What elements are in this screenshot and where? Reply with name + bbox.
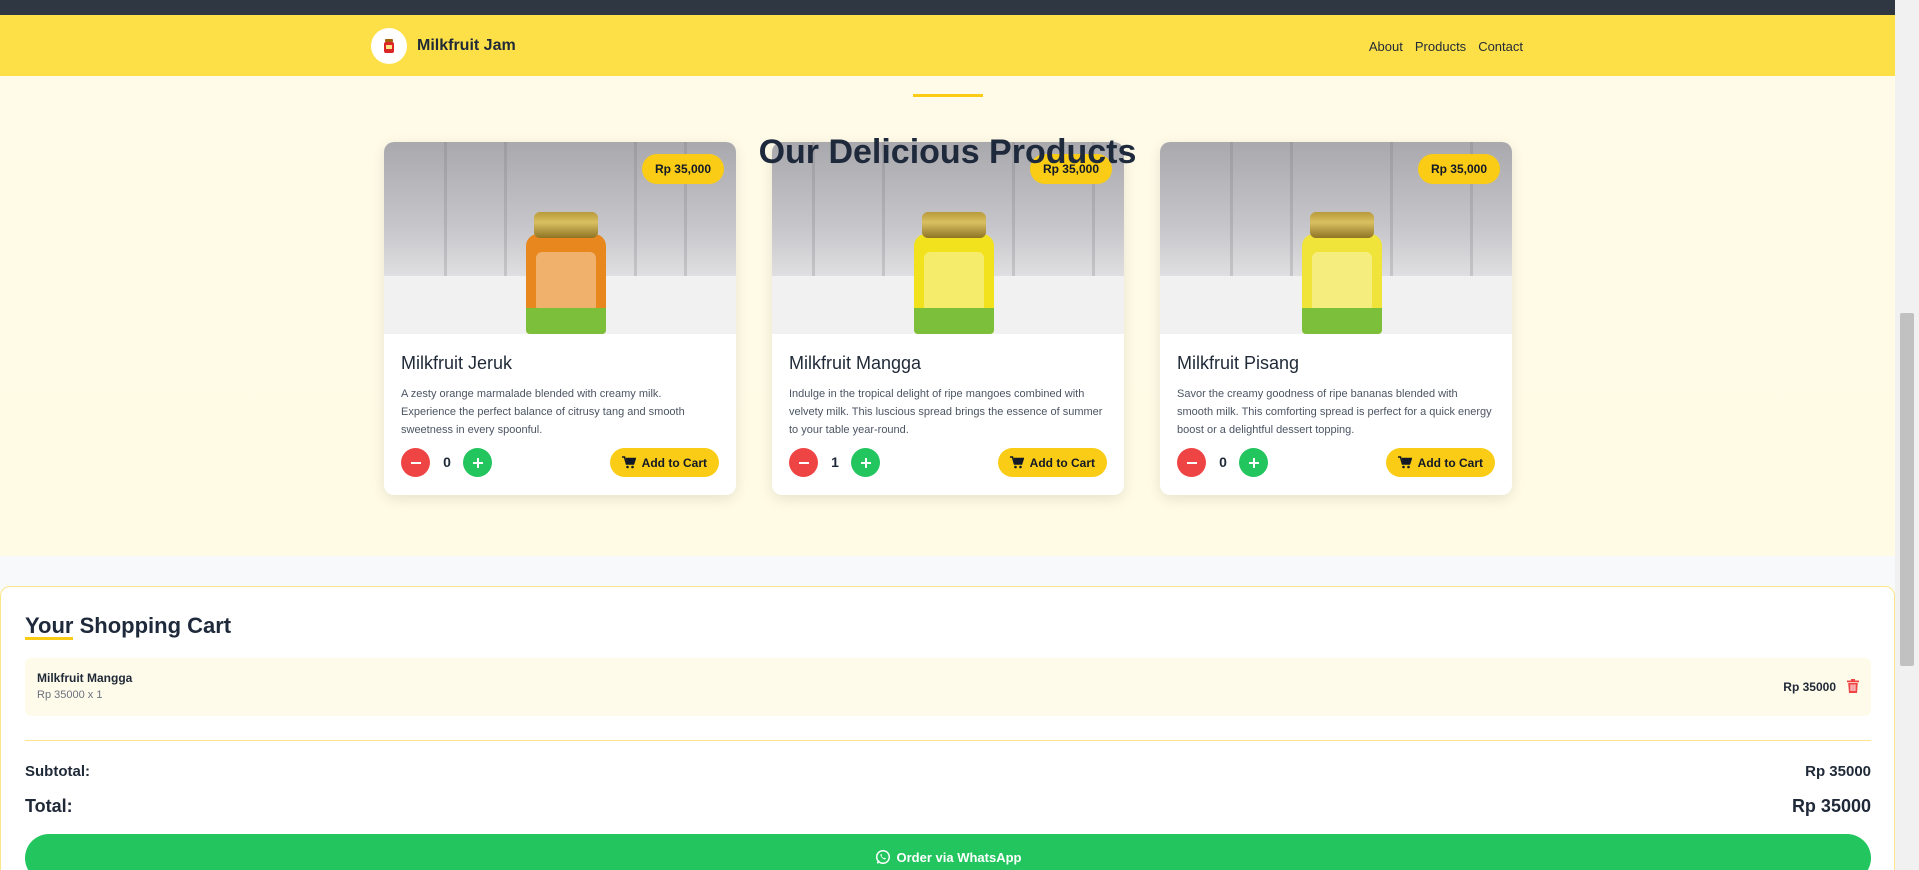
add-to-cart-button[interactable]: Add to Cart xyxy=(997,448,1107,477)
minus-icon xyxy=(798,461,809,464)
add-to-cart-label: Add to Cart xyxy=(1029,455,1095,470)
cart-icon xyxy=(1009,456,1024,469)
plus-icon xyxy=(472,457,483,468)
jar-image xyxy=(914,212,994,334)
product-card-pisang: Rp 35,000 Milkfruit Pisang Savor the cre… xyxy=(1160,142,1512,495)
product-name: Milkfruit Pisang xyxy=(1177,353,1300,373)
navbar: Milkfruit Jam About Products Contact xyxy=(0,15,1895,76)
subtotal-label: Subtotal: xyxy=(25,763,90,780)
subtotal-value: Rp 35000 xyxy=(1805,763,1871,780)
cart-divider xyxy=(25,740,1871,741)
whatsapp-icon xyxy=(875,849,890,865)
product-name: Milkfruit Jeruk xyxy=(401,353,513,373)
cart-title: Your Shopping Cart xyxy=(25,613,232,638)
product-name: Milkfruit Mangga xyxy=(789,353,922,373)
add-to-cart-button[interactable]: Add to Cart xyxy=(609,448,719,477)
quantity-value: 0 xyxy=(443,454,451,470)
product-card-mangga: Rp 35,000 Milkfruit Mangga Indulge in th… xyxy=(772,142,1124,495)
quantity-stepper: 0 Add to Cart xyxy=(1177,448,1495,478)
nav-link-contact[interactable]: Contact xyxy=(1478,39,1523,54)
cart-icon xyxy=(1397,456,1412,469)
jam-jar-logo-icon xyxy=(384,39,394,53)
total-value: Rp 35000 xyxy=(1791,796,1871,816)
jar-image xyxy=(1302,212,1382,334)
cart-icon xyxy=(621,456,636,469)
add-to-cart-label: Add to Cart xyxy=(641,455,707,470)
shopping-cart: Your Shopping Cart Milkfruit Mangga Rp 3… xyxy=(0,586,1895,870)
product-description: Indulge in the tropical delight of ripe … xyxy=(789,388,1103,436)
decrease-quantity-button[interactable] xyxy=(1177,448,1206,477)
quantity-value: 1 xyxy=(831,454,839,470)
jar-image xyxy=(526,212,606,334)
product-description: Savor the creamy goodness of ripe banana… xyxy=(1177,388,1492,436)
nav-link-products[interactable]: Products xyxy=(1415,39,1466,54)
product-card-jeruk: Rp 35,000 Milkfruit Jeruk A zesty orange… xyxy=(384,142,736,495)
order-whatsapp-button[interactable]: Order via WhatsApp xyxy=(25,834,1871,870)
minus-icon xyxy=(410,461,421,464)
page-scrollbar-thumb[interactable] xyxy=(1900,313,1914,666)
cart-item: Milkfruit Mangga Rp 35000 x 1 Rp 35000 xyxy=(25,658,1871,716)
add-to-cart-button[interactable]: Add to Cart xyxy=(1385,448,1495,477)
order-whatsapp-label: Order via WhatsApp xyxy=(896,849,1022,865)
decrease-quantity-button[interactable] xyxy=(401,448,430,477)
quantity-value: 0 xyxy=(1219,454,1227,470)
quantity-stepper: 1 Add to Cart xyxy=(789,448,1107,478)
cart-title-underline xyxy=(25,637,73,640)
total-row: Total: Rp 35000 xyxy=(25,796,1871,817)
cart-item-name: Milkfruit Mangga xyxy=(37,671,133,685)
increase-quantity-button[interactable] xyxy=(851,448,880,477)
decrease-quantity-button[interactable] xyxy=(789,448,818,477)
plus-icon xyxy=(860,457,871,468)
trash-icon[interactable] xyxy=(1847,679,1859,693)
total-label: Total: xyxy=(25,796,73,816)
title-underline xyxy=(913,94,983,97)
nav-links: About Products Contact xyxy=(1369,39,1523,54)
cart-item-detail: Rp 35000 x 1 xyxy=(37,689,103,701)
increase-quantity-button[interactable] xyxy=(463,448,492,477)
add-to-cart-label: Add to Cart xyxy=(1417,455,1483,470)
subtotal-row: Subtotal: Rp 35000 xyxy=(25,763,1871,780)
brand-name[interactable]: Milkfruit Jam xyxy=(417,37,516,55)
section-title: Our Delicious Products xyxy=(758,133,1137,171)
plus-icon xyxy=(1248,457,1259,468)
browser-top-strip xyxy=(0,0,1919,15)
quantity-stepper: 0 Add to Cart xyxy=(401,448,719,478)
brand-logo[interactable] xyxy=(371,28,407,64)
nav-link-about[interactable]: About xyxy=(1369,39,1403,54)
minus-icon xyxy=(1186,461,1197,464)
increase-quantity-button[interactable] xyxy=(1239,448,1268,477)
product-description: A zesty orange marmalade blended with cr… xyxy=(401,388,685,436)
cart-item-total: Rp 35000 xyxy=(1783,680,1836,694)
page: Our Delicious Products Rp 35,000 Milkfru… xyxy=(0,0,1919,870)
